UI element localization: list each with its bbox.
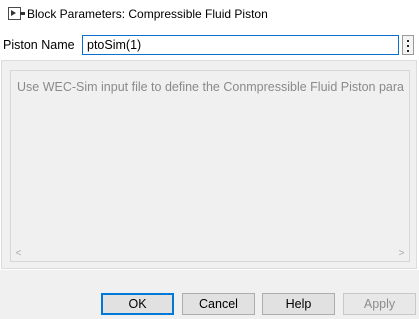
title-bar: Block Parameters: Compressible Fluid Pis… xyxy=(0,0,419,30)
scroll-left-icon[interactable]: < xyxy=(11,246,26,261)
help-button[interactable]: Help xyxy=(262,293,335,315)
button-bar: OK Cancel Help Apply xyxy=(0,270,419,319)
window-title: Block Parameters: Compressible Fluid Pis… xyxy=(27,7,268,21)
cancel-button[interactable]: Cancel xyxy=(182,293,255,315)
more-options-icon xyxy=(407,40,409,42)
description-text: Use WEC-Sim input file to define the Con… xyxy=(17,80,404,94)
more-options-button[interactable] xyxy=(402,35,414,55)
description-panel: Use WEC-Sim input file to define the Con… xyxy=(1,60,417,269)
description-area[interactable]: Use WEC-Sim input file to define the Con… xyxy=(10,70,410,262)
apply-button: Apply xyxy=(343,293,416,315)
horizontal-scrollbar[interactable]: < > xyxy=(11,246,409,261)
piston-name-label: Piston Name xyxy=(3,38,75,52)
ok-button[interactable]: OK xyxy=(101,293,174,315)
parameter-row: Piston Name xyxy=(0,33,419,55)
piston-name-field[interactable] xyxy=(82,35,399,55)
scroll-right-icon[interactable]: > xyxy=(394,246,409,261)
simulink-block-icon xyxy=(8,7,25,20)
